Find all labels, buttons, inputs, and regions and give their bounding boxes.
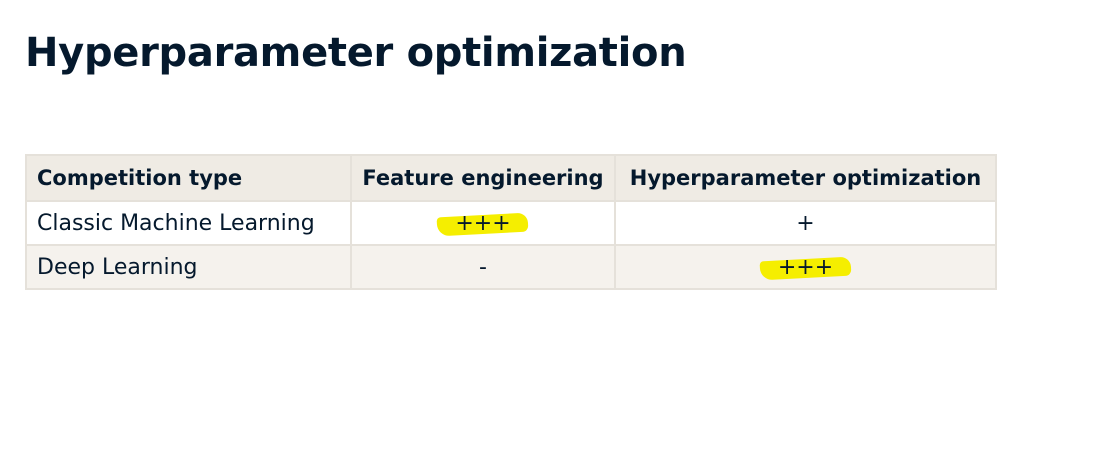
table-row: Deep Learning - +++ xyxy=(25,244,997,290)
page-title: Hyperparameter optimization xyxy=(25,30,687,76)
column-header-hyperparameter-optimization: Hyperparameter optimization xyxy=(614,154,997,202)
feature-engineering-cell: - xyxy=(350,244,616,290)
hyperparameter-optimization-cell: +++ xyxy=(614,244,997,290)
table-row: Classic Machine Learning +++ + xyxy=(25,200,997,246)
row-label-cell: Classic Machine Learning xyxy=(25,200,352,246)
table-header-row: Competition type Feature engineering Hyp… xyxy=(25,154,997,202)
column-header-competition-type: Competition type xyxy=(25,154,352,202)
hyperparameter-optimization-cell: + xyxy=(614,200,997,246)
highlighted-rating: +++ xyxy=(455,210,511,236)
row-label-cell: Deep Learning xyxy=(25,244,352,290)
feature-engineering-cell: +++ xyxy=(350,200,616,246)
column-header-feature-engineering: Feature engineering xyxy=(350,154,616,202)
highlighted-rating: +++ xyxy=(777,254,834,280)
comparison-table: Competition type Feature engineering Hyp… xyxy=(25,154,997,290)
